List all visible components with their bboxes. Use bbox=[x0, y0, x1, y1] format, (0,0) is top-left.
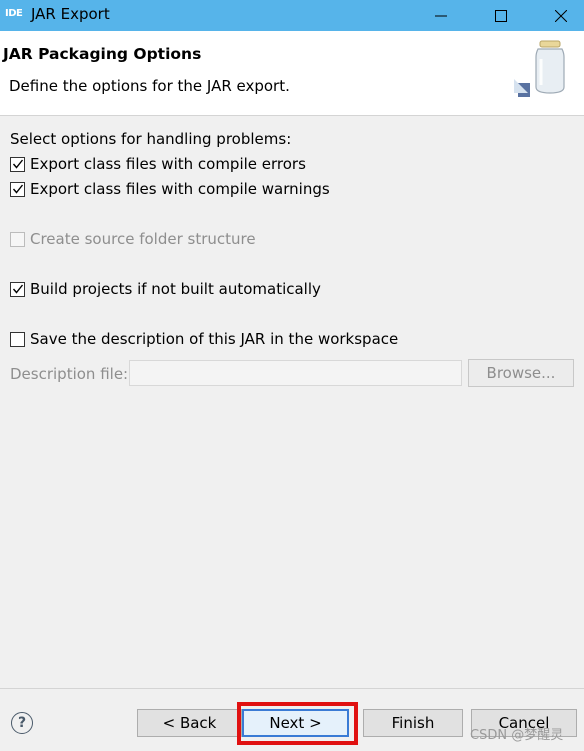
checkbox-unchecked-icon bbox=[10, 231, 25, 247]
export-errors-label: Export class files with compile errors bbox=[30, 155, 306, 173]
source-folder-label: Create source folder structure bbox=[30, 230, 256, 248]
footer-divider bbox=[0, 688, 584, 689]
export-warnings-checkbox[interactable]: Export class files with compile warnings bbox=[10, 180, 330, 198]
maximize-icon bbox=[495, 9, 507, 22]
export-warnings-label: Export class files with compile warnings bbox=[30, 180, 330, 198]
save-description-label: Save the description of this JAR in the … bbox=[30, 330, 399, 348]
minimize-button[interactable] bbox=[418, 0, 464, 31]
browse-button: Browse... bbox=[468, 359, 574, 387]
options-heading: Select options for handling problems: bbox=[10, 130, 292, 148]
help-button[interactable]: ? bbox=[11, 712, 33, 734]
checkbox-unchecked-icon bbox=[10, 331, 25, 347]
window-title: JAR Export bbox=[31, 5, 110, 23]
description-file-input bbox=[129, 360, 462, 386]
checkbox-checked-icon bbox=[10, 156, 25, 172]
close-button[interactable] bbox=[538, 0, 584, 31]
checkbox-checked-icon bbox=[10, 181, 25, 197]
wizard-header: JAR Packaging Options Define the options… bbox=[0, 31, 584, 116]
page-description: Define the options for the JAR export. bbox=[9, 77, 290, 95]
maximize-button[interactable] bbox=[478, 0, 524, 31]
title-bar: IDE JAR Export bbox=[0, 0, 584, 31]
jar-banner-icon bbox=[514, 40, 565, 97]
export-errors-checkbox[interactable]: Export class files with compile errors bbox=[10, 155, 306, 173]
description-file-label: Description file: bbox=[10, 365, 129, 383]
finish-button[interactable]: Finish bbox=[363, 709, 463, 737]
checkbox-checked-icon bbox=[10, 281, 25, 297]
watermark: CSDN @梦醒灵 bbox=[470, 728, 564, 743]
minimize-icon bbox=[435, 15, 447, 16]
ide-app-icon: IDE bbox=[5, 8, 23, 19]
next-button[interactable]: Next > bbox=[242, 709, 349, 737]
save-description-checkbox[interactable]: Save the description of this JAR in the … bbox=[10, 330, 398, 348]
back-button[interactable]: < Back bbox=[137, 709, 242, 737]
page-title: JAR Packaging Options bbox=[3, 45, 202, 63]
build-projects-checkbox[interactable]: Build projects if not built automaticall… bbox=[10, 280, 321, 298]
build-projects-label: Build projects if not built automaticall… bbox=[30, 280, 321, 298]
source-folder-checkbox: Create source folder structure bbox=[10, 230, 256, 248]
close-icon bbox=[555, 9, 567, 22]
